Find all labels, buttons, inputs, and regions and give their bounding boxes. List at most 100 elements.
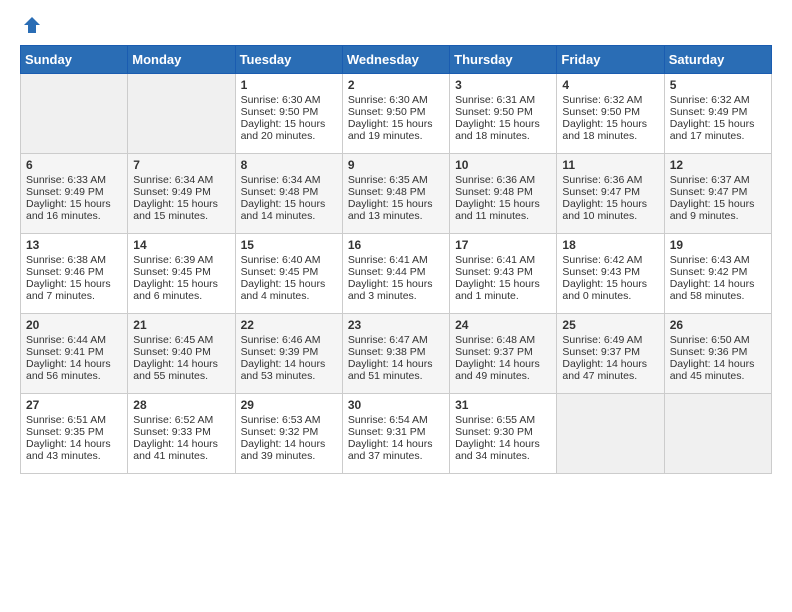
calendar-day-cell: 9 Sunrise: 6:35 AMSunset: 9:48 PMDaylight… <box>342 154 449 234</box>
daylight: Daylight: 14 hours and 58 minutes. <box>670 278 755 302</box>
day-number: 21 <box>133 318 229 332</box>
sunset: Sunset: 9:48 PM <box>348 186 426 198</box>
sunrise: Sunrise: 6:34 AM <box>133 174 213 186</box>
daylight: Daylight: 15 hours and 17 minutes. <box>670 118 755 142</box>
calendar-body: 1Sunrise: 6:30 AMSunset: 9:50 PMDaylight… <box>21 74 772 474</box>
daylight: Daylight: 15 hours and 18 minutes. <box>562 118 647 142</box>
calendar-day-cell: 18Sunrise: 6:42 AMSunset: 9:43 PMDayligh… <box>557 234 664 314</box>
sunset: Sunset: 9:31 PM <box>348 426 426 438</box>
day-number: 30 <box>348 398 444 412</box>
daylight: Daylight: 15 hours and 20 minutes. <box>241 118 326 142</box>
sunset: Sunset: 9:47 PM <box>562 186 640 198</box>
calendar-day-cell: 15Sunrise: 6:40 AMSunset: 9:45 PMDayligh… <box>235 234 342 314</box>
sunrise: Sunrise: 6:55 AM <box>455 414 535 426</box>
calendar-day-cell: 19Sunrise: 6:43 AMSunset: 9:42 PMDayligh… <box>664 234 771 314</box>
sunset: Sunset: 9:35 PM <box>26 426 104 438</box>
sunrise: Sunrise: 6:42 AM <box>562 254 642 266</box>
sunrise: Sunrise: 6:37 AM <box>670 174 750 186</box>
calendar-header-cell: Monday <box>128 46 235 74</box>
sunset: Sunset: 9:42 PM <box>670 266 748 278</box>
day-number: 24 <box>455 318 551 332</box>
daylight: Daylight: 15 hours and 16 minutes. <box>26 198 111 222</box>
day-number: 19 <box>670 238 766 252</box>
sunset: Sunset: 9:50 PM <box>455 106 533 118</box>
day-number: 11 <box>562 158 658 172</box>
day-number: 7 <box>133 158 229 172</box>
sunrise: Sunrise: 6:54 AM <box>348 414 428 426</box>
sunrise: Sunrise: 6:32 AM <box>562 94 642 106</box>
sunrise: Sunrise: 6:46 AM <box>241 334 321 346</box>
logo-icon <box>22 15 42 35</box>
sunset: Sunset: 9:46 PM <box>26 266 104 278</box>
calendar-day-cell: 3Sunrise: 6:31 AMSunset: 9:50 PMDaylight… <box>450 74 557 154</box>
daylight: Daylight: 14 hours and 53 minutes. <box>241 358 326 382</box>
day-number: 18 <box>562 238 658 252</box>
sunset: Sunset: 9:45 PM <box>133 266 211 278</box>
sunset: Sunset: 9:48 PM <box>241 186 319 198</box>
day-number: 20 <box>26 318 122 332</box>
daylight: Daylight: 14 hours and 34 minutes. <box>455 438 540 462</box>
daylight: Daylight: 14 hours and 37 minutes. <box>348 438 433 462</box>
calendar-day-cell: 16Sunrise: 6:41 AMSunset: 9:44 PMDayligh… <box>342 234 449 314</box>
sunrise: Sunrise: 6:36 AM <box>455 174 535 186</box>
sunrise: Sunrise: 6:47 AM <box>348 334 428 346</box>
sunset: Sunset: 9:36 PM <box>670 346 748 358</box>
daylight: Daylight: 15 hours and 15 minutes. <box>133 198 218 222</box>
sunrise: Sunrise: 6:34 AM <box>241 174 321 186</box>
sunrise: Sunrise: 6:52 AM <box>133 414 213 426</box>
calendar-week-row: 13Sunrise: 6:38 AMSunset: 9:46 PMDayligh… <box>21 234 772 314</box>
day-number: 12 <box>670 158 766 172</box>
day-number: 2 <box>348 78 444 92</box>
day-number: 23 <box>348 318 444 332</box>
sunset: Sunset: 9:37 PM <box>455 346 533 358</box>
daylight: Daylight: 15 hours and 10 minutes. <box>562 198 647 222</box>
calendar-day-cell: 4Sunrise: 6:32 AMSunset: 9:50 PMDaylight… <box>557 74 664 154</box>
daylight: Daylight: 15 hours and 13 minutes. <box>348 198 433 222</box>
day-number: 26 <box>670 318 766 332</box>
day-number: 28 <box>133 398 229 412</box>
page-header <box>20 20 772 35</box>
daylight: Daylight: 15 hours and 9 minutes. <box>670 198 755 222</box>
calendar-week-row: 27Sunrise: 6:51 AMSunset: 9:35 PMDayligh… <box>21 394 772 474</box>
calendar-day-cell: 10Sunrise: 6:36 AMSunset: 9:48 PMDayligh… <box>450 154 557 234</box>
sunset: Sunset: 9:50 PM <box>241 106 319 118</box>
sunrise: Sunrise: 6:38 AM <box>26 254 106 266</box>
sunrise: Sunrise: 6:30 AM <box>241 94 321 106</box>
calendar-header-cell: Sunday <box>21 46 128 74</box>
sunset: Sunset: 9:43 PM <box>562 266 640 278</box>
day-number: 9 <box>348 158 444 172</box>
calendar-week-row: 1Sunrise: 6:30 AMSunset: 9:50 PMDaylight… <box>21 74 772 154</box>
daylight: Daylight: 14 hours and 41 minutes. <box>133 438 218 462</box>
calendar-day-cell <box>557 394 664 474</box>
sunset: Sunset: 9:38 PM <box>348 346 426 358</box>
sunrise: Sunrise: 6:45 AM <box>133 334 213 346</box>
sunset: Sunset: 9:39 PM <box>241 346 319 358</box>
daylight: Daylight: 14 hours and 55 minutes. <box>133 358 218 382</box>
daylight: Daylight: 15 hours and 14 minutes. <box>241 198 326 222</box>
daylight: Daylight: 15 hours and 3 minutes. <box>348 278 433 302</box>
daylight: Daylight: 14 hours and 56 minutes. <box>26 358 111 382</box>
sunrise: Sunrise: 6:48 AM <box>455 334 535 346</box>
calendar-day-cell: 8Sunrise: 6:34 AMSunset: 9:48 PMDaylight… <box>235 154 342 234</box>
sunset: Sunset: 9:45 PM <box>241 266 319 278</box>
day-number: 31 <box>455 398 551 412</box>
sunrise: Sunrise: 6:35 AM <box>348 174 428 186</box>
daylight: Daylight: 14 hours and 45 minutes. <box>670 358 755 382</box>
daylight: Daylight: 14 hours and 47 minutes. <box>562 358 647 382</box>
day-number: 4 <box>562 78 658 92</box>
day-number: 15 <box>241 238 337 252</box>
sunset: Sunset: 9:44 PM <box>348 266 426 278</box>
calendar-day-cell: 27Sunrise: 6:51 AMSunset: 9:35 PMDayligh… <box>21 394 128 474</box>
day-number: 5 <box>670 78 766 92</box>
sunrise: Sunrise: 6:40 AM <box>241 254 321 266</box>
day-number: 6 <box>26 158 122 172</box>
logo <box>20 20 42 35</box>
day-number: 25 <box>562 318 658 332</box>
sunrise: Sunrise: 6:33 AM <box>26 174 106 186</box>
daylight: Daylight: 14 hours and 39 minutes. <box>241 438 326 462</box>
sunrise: Sunrise: 6:50 AM <box>670 334 750 346</box>
sunset: Sunset: 9:48 PM <box>455 186 533 198</box>
calendar-day-cell: 20Sunrise: 6:44 AMSunset: 9:41 PMDayligh… <box>21 314 128 394</box>
calendar-day-cell: 12Sunrise: 6:37 AMSunset: 9:47 PMDayligh… <box>664 154 771 234</box>
day-number: 29 <box>241 398 337 412</box>
